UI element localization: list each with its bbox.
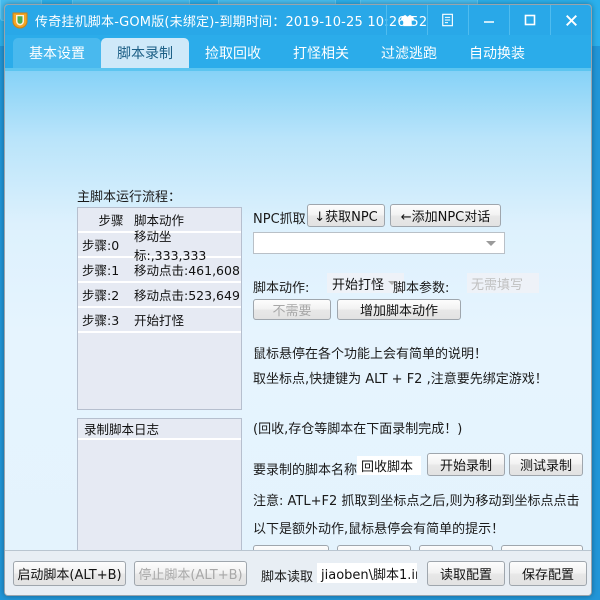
test-record-button[interactable]: 测试录制	[509, 453, 583, 476]
tab-0[interactable]: 基本设置	[13, 38, 101, 68]
tab-bar: 基本设置 脚本录制 捡取回收 打怪相关 过滤逃跑 自动换装	[5, 35, 591, 71]
script-path-input[interactable]: jiaoben\脚本1.ini	[317, 563, 417, 583]
steps-col-step: 步骤	[98, 213, 124, 228]
step-action: 开始打怪	[134, 313, 185, 328]
npc-combobox[interactable]	[253, 232, 505, 254]
tab-5[interactable]: 自动换装	[453, 38, 541, 68]
shield-icon	[12, 12, 28, 29]
note-icon[interactable]	[427, 5, 468, 35]
table-row[interactable]: 步骤:2 移动点击:523,649	[78, 283, 241, 308]
get-npc-button[interactable]: ↓获取NPC	[307, 204, 385, 227]
table-row[interactable]: 步骤:0 移动坐标:,333,333	[78, 229, 241, 263]
title-bar: 传奇挂机脚本-GOM版(未绑定)-到期时间：2019-10-25 10:26:5…	[5, 5, 591, 35]
record-name-input[interactable]: 回收脚本	[357, 456, 421, 475]
script-action-label: 脚本动作:	[253, 281, 310, 296]
tab-2[interactable]: 捡取回收	[189, 38, 277, 68]
close-icon[interactable]	[550, 5, 591, 35]
hint-hover: 鼠标悬停在各个功能上会有简单的说明！	[253, 347, 488, 362]
step-index: 步骤:3	[82, 313, 120, 328]
window-title: 传奇挂机脚本-GOM版(未绑定)-到期时间：2019-10-25 10:26:5…	[35, 14, 428, 30]
extra-actions-line: 以下是额外动作,鼠标悬停会有简单的提示！	[253, 522, 505, 537]
minimize-icon[interactable]	[468, 5, 509, 35]
script-param-label: 脚本参数:	[393, 281, 450, 296]
shirt-icon[interactable]	[386, 5, 427, 35]
chevron-down-icon	[486, 241, 496, 246]
window-controls	[386, 5, 591, 35]
steps-table[interactable]: 步骤 脚本动作 步骤:0 移动坐标:,333,333 步骤:1 移动点击:461,608 步…	[77, 207, 242, 410]
bottom-bar: 启动脚本(ALT+B) 停止脚本(ALT+B) 脚本读取 jiaoben\脚本1…	[5, 550, 591, 595]
tab-4[interactable]: 过滤逃跑	[365, 38, 453, 68]
step-action: 移动点击:523,649	[134, 288, 240, 303]
script-param-input[interactable]: 无需填写	[467, 273, 539, 293]
step-index: 步骤:0	[82, 238, 120, 253]
note-line: 注意: ATL+F2 抓取到坐标点之后,则为移动到坐标点点击	[253, 494, 580, 509]
save-config-button[interactable]: 保存配置	[509, 561, 587, 586]
not-needed-button[interactable]: 不需要	[253, 299, 331, 320]
record-log-box[interactable]: 录制脚本日志	[77, 418, 242, 550]
script-action-value: 开始打怪	[332, 277, 385, 293]
record-log-title: 录制脚本日志	[78, 419, 241, 440]
maximize-icon[interactable]	[509, 5, 550, 35]
tab-content-script-recording: 主脚本运行流程： 步骤 脚本动作 步骤:0 移动坐标:,333,333 步骤:1 移动点击…	[5, 71, 591, 550]
flow-title: 主脚本运行流程：	[77, 190, 182, 205]
record-name-label: 要录制的脚本名称:	[253, 463, 362, 478]
load-config-button[interactable]: 读取配置	[427, 561, 505, 586]
add-script-action-button[interactable]: 增加脚本动作	[337, 299, 461, 320]
stop-script-button[interactable]: 停止脚本(ALT+B)	[134, 561, 247, 586]
application-window: 传奇挂机脚本-GOM版(未绑定)-到期时间：2019-10-25 10:26:5…	[4, 4, 592, 596]
start-script-button[interactable]: 启动脚本(ALT+B)	[13, 561, 126, 586]
hint-hotkey: 取坐标点,快捷键为 ALT + F2 ,注意要先绑定游戏！	[253, 372, 548, 387]
tab-3[interactable]: 打怪相关	[277, 38, 365, 68]
table-row[interactable]: 步骤:1 移动点击:461,608	[78, 258, 241, 283]
npc-capture-label: NPC抓取:	[253, 212, 311, 227]
script-path-label: 脚本读取	[261, 570, 314, 585]
table-row[interactable]: 步骤:3 开始打怪	[78, 308, 241, 333]
tab-1[interactable]: 脚本录制	[101, 38, 189, 68]
hint-record-area: (回收,存仓等脚本在下面录制完成！)	[253, 422, 463, 437]
start-record-button[interactable]: 开始录制	[427, 453, 505, 476]
step-index: 步骤:1	[82, 263, 120, 278]
step-index: 步骤:2	[82, 288, 120, 303]
add-npc-dialog-button[interactable]: ←添加NPC对话	[390, 204, 501, 227]
step-action: 移动坐标:,333,333	[134, 228, 207, 263]
step-action: 移动点击:461,608	[134, 263, 240, 278]
